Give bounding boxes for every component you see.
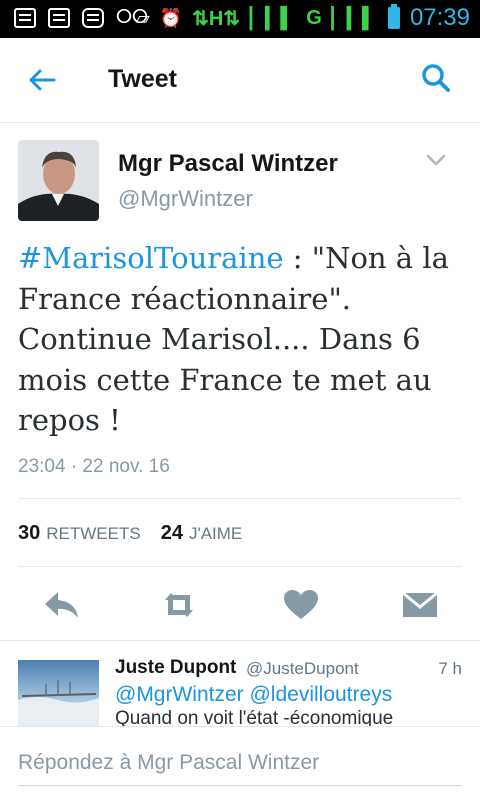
author-handle[interactable]: @MgrWintzer bbox=[118, 186, 253, 212]
signal2-icon: ▏▎▍ bbox=[331, 7, 378, 30]
author-avatar[interactable] bbox=[18, 140, 99, 221]
alarm-icon: ⏰ bbox=[159, 7, 183, 28]
reply-author-handle[interactable]: @JusteDupont bbox=[246, 659, 359, 679]
notification-icons: ⭘⭘ bbox=[14, 6, 148, 29]
reply-avatar[interactable] bbox=[18, 660, 99, 726]
reply-text: Quand on voit l'état -économique bbox=[115, 708, 394, 726]
likes-count[interactable]: 24 bbox=[161, 522, 183, 545]
divider bbox=[18, 566, 462, 567]
page-title: Tweet bbox=[108, 65, 177, 93]
app-bar: Tweet bbox=[0, 38, 480, 123]
retweets-count[interactable]: 30 bbox=[18, 522, 40, 545]
network-type2-icon: G bbox=[306, 6, 322, 29]
reply-icon[interactable] bbox=[42, 588, 82, 622]
back-arrow-icon[interactable] bbox=[26, 64, 58, 96]
clock: 07:39 bbox=[409, 4, 470, 31]
chevron-down-icon[interactable] bbox=[424, 150, 448, 170]
notification-icon bbox=[48, 7, 70, 28]
reply-author-name[interactable]: Juste Dupont bbox=[115, 657, 236, 679]
retweet-icon[interactable] bbox=[159, 588, 199, 622]
reply-input[interactable] bbox=[18, 741, 462, 786]
status-bar: ⭘⭘ ▱ ⏰ ⇅H⇅ ▏▎▍ G ▏▎▍ 07:39 bbox=[0, 0, 480, 38]
reply-composer bbox=[0, 726, 480, 801]
vibrate-icon: ▱ bbox=[135, 7, 150, 28]
battery-icon bbox=[387, 4, 400, 29]
direct-message-icon[interactable] bbox=[400, 588, 440, 622]
signal-icon: ▏▎▍ bbox=[250, 7, 297, 30]
divider bbox=[18, 498, 462, 499]
notification-icon bbox=[14, 7, 36, 28]
reply-time: 7 h bbox=[438, 659, 462, 678]
tweet-actions bbox=[18, 582, 462, 626]
network-type-icon: ⇅H⇅ bbox=[192, 7, 241, 30]
tweet-stats: 30 RETWEETS 24 J'AIME bbox=[18, 522, 262, 545]
divider bbox=[0, 640, 480, 641]
retweets-label[interactable]: RETWEETS bbox=[46, 524, 140, 544]
chat-icon bbox=[82, 7, 104, 28]
tweet-timestamp: 23:04 · 22 nov. 16 bbox=[18, 456, 170, 477]
search-icon[interactable] bbox=[420, 62, 452, 94]
likes-label[interactable]: J'AIME bbox=[189, 524, 242, 544]
reply-mentions[interactable]: @MgrWintzer @ldevilloutreys bbox=[115, 683, 392, 707]
hashtag-link[interactable]: #MarisolTouraine bbox=[18, 241, 284, 275]
tweet-text: #MarisolTouraine : "Non à la France réac… bbox=[18, 238, 458, 441]
author-name[interactable]: Mgr Pascal Wintzer bbox=[118, 150, 338, 178]
heart-icon[interactable] bbox=[281, 588, 321, 622]
